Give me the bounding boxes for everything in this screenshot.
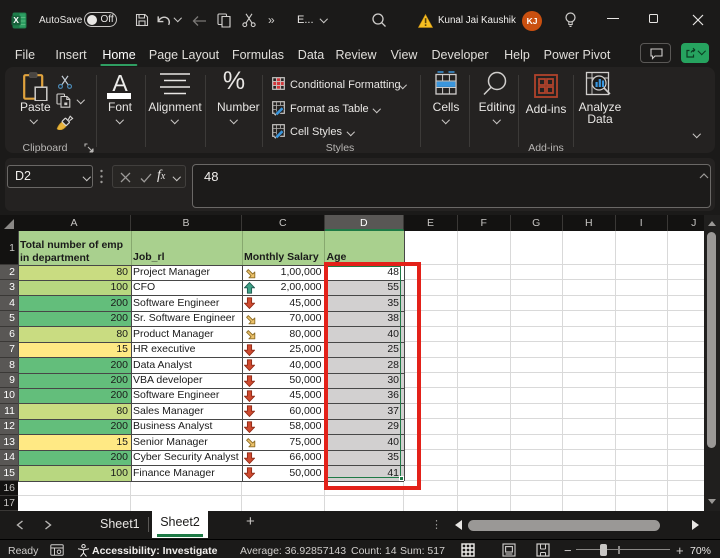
svg-text:X: X [13,15,19,25]
